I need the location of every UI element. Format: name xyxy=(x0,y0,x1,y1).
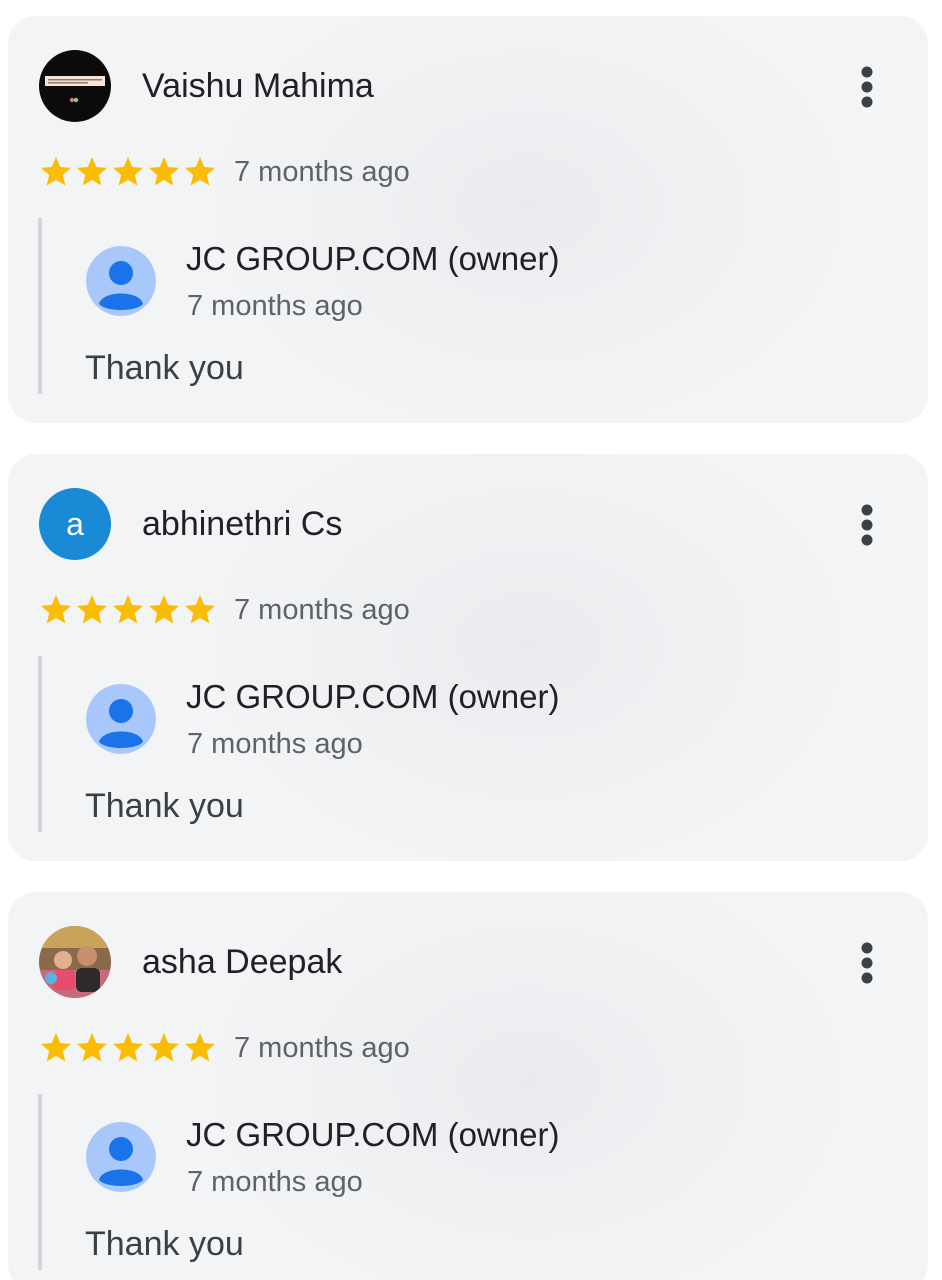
star-rating xyxy=(38,152,218,192)
star-icon xyxy=(77,595,107,624)
reply-text: Thank you xyxy=(85,1225,244,1263)
star-icon xyxy=(185,1033,215,1062)
reviewer-name[interactable]: abhinethri Cs xyxy=(142,502,342,546)
owner-avatar xyxy=(86,684,156,754)
star-rating xyxy=(38,1028,218,1068)
star-icon xyxy=(149,157,179,186)
reviewer-name[interactable]: asha Deepak xyxy=(142,940,342,984)
star-icon xyxy=(77,1033,107,1062)
reply-time: 7 months ago xyxy=(187,728,363,760)
person-icon xyxy=(86,246,156,316)
star-icon xyxy=(41,1033,71,1062)
more-options-button[interactable] xyxy=(844,498,890,552)
owner-avatar xyxy=(86,1122,156,1192)
owner-reply: JC GROUP.COM (owner) 7 months ago Thank … xyxy=(38,1094,902,1270)
star-icon xyxy=(77,157,107,186)
review-time: 7 months ago xyxy=(234,156,410,188)
reply-time: 7 months ago xyxy=(187,1166,363,1198)
reviewer-name[interactable]: Vaishu Mahima xyxy=(142,64,374,108)
star-icon xyxy=(113,595,143,624)
owner-avatar xyxy=(86,246,156,316)
owner-name: JC GROUP.COM (owner) xyxy=(186,1116,560,1153)
star-rating xyxy=(38,590,218,630)
reply-time: 7 months ago xyxy=(187,290,363,322)
review-card: asha Deepak 7 months ago JC GROUP.COM (o… xyxy=(8,892,928,1280)
owner-reply: JC GROUP.COM (owner) 7 months ago Thank … xyxy=(38,218,902,394)
reviewer-avatar[interactable] xyxy=(39,926,111,998)
star-icon xyxy=(149,1033,179,1062)
owner-name: JC GROUP.COM (owner) xyxy=(186,240,560,277)
more-options-button[interactable] xyxy=(844,60,890,114)
more-vert-icon xyxy=(861,504,873,546)
star-icon xyxy=(185,595,215,624)
owner-name: JC GROUP.COM (owner) xyxy=(186,678,560,715)
more-options-button[interactable] xyxy=(844,936,890,990)
review-time: 7 months ago xyxy=(234,1032,410,1064)
star-icon xyxy=(41,595,71,624)
star-icon xyxy=(185,157,215,186)
person-icon xyxy=(86,1122,156,1192)
review-time: 7 months ago xyxy=(234,594,410,626)
reviews-list: Vaishu Mahima 7 months ago JC GROUP.COM … xyxy=(0,0,942,1280)
star-icon xyxy=(113,157,143,186)
owner-reply: JC GROUP.COM (owner) 7 months ago Thank … xyxy=(38,656,902,832)
person-icon xyxy=(86,684,156,754)
more-vert-icon xyxy=(861,66,873,108)
star-icon xyxy=(113,1033,143,1062)
more-vert-icon xyxy=(861,942,873,984)
star-icon xyxy=(149,595,179,624)
reviewer-avatar[interactable] xyxy=(39,50,111,122)
review-card: Vaishu Mahima 7 months ago JC GROUP.COM … xyxy=(8,16,928,423)
reply-text: Thank you xyxy=(85,787,244,825)
star-icon xyxy=(41,157,71,186)
reply-text: Thank you xyxy=(85,349,244,387)
review-card: a abhinethri Cs 7 months ago JC GROUP.CO… xyxy=(8,454,928,861)
reviewer-avatar[interactable]: a xyxy=(39,488,111,560)
